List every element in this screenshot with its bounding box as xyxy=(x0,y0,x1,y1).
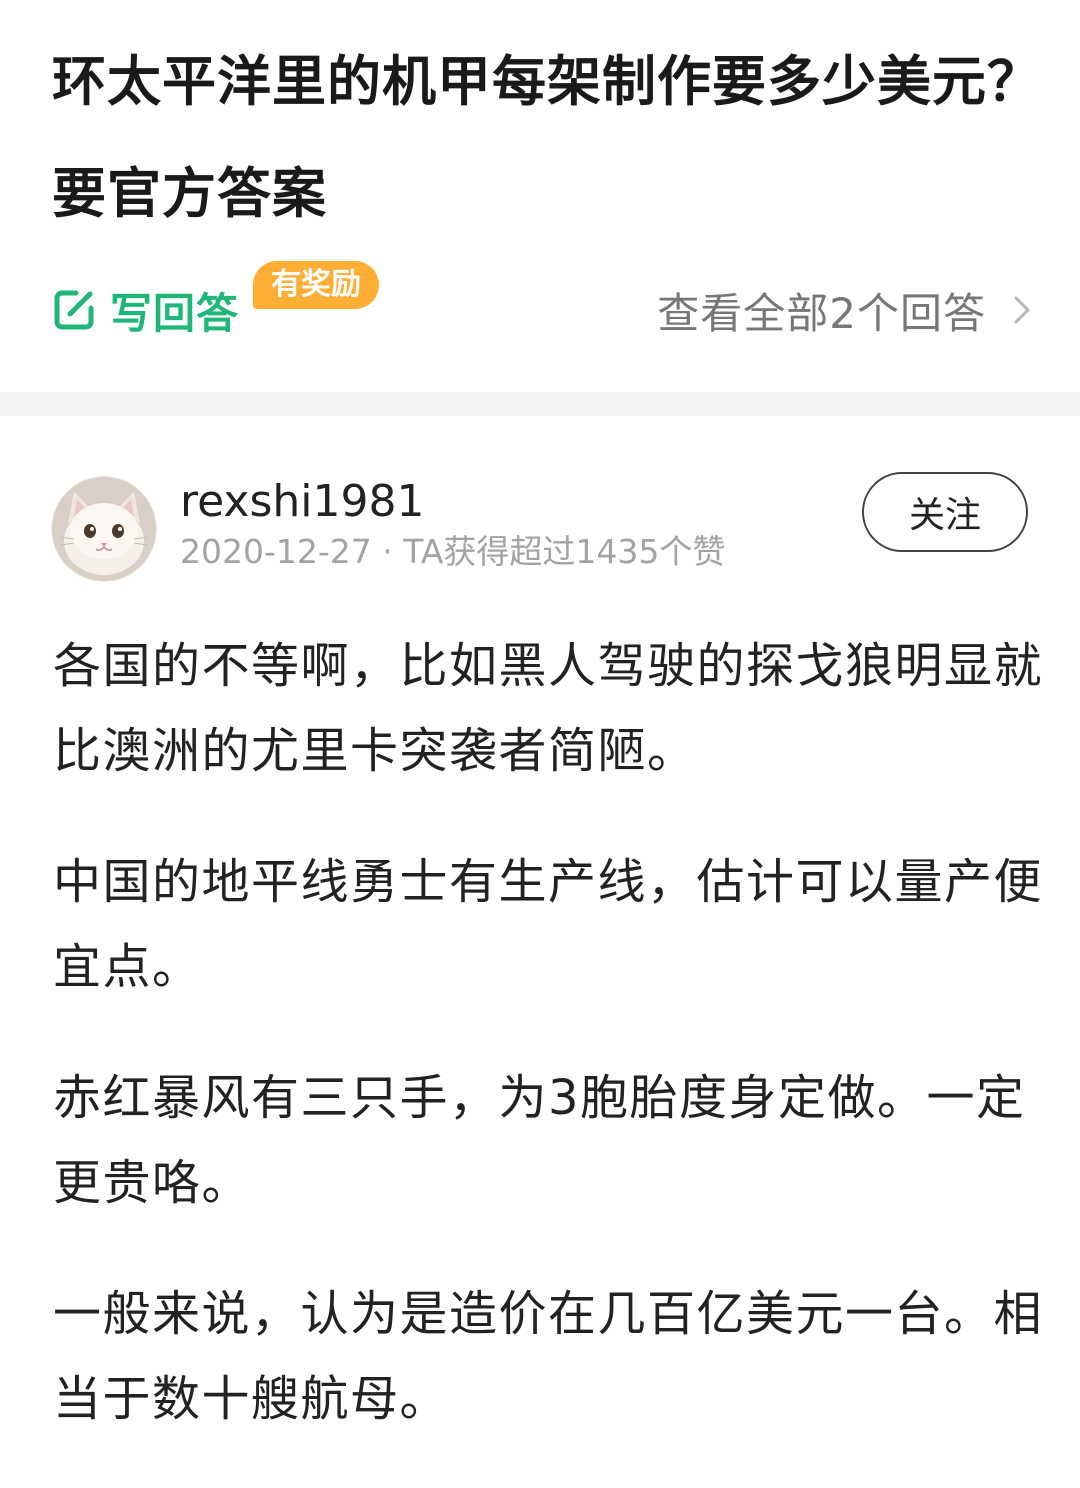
cat-avatar-image xyxy=(52,477,156,581)
answer-paragraph: 赤红暴风有三只手，为3胞胎度身定做。一定更贵咯。 xyxy=(53,1070,1026,1211)
answer-meta: 2020-12-27 · TA获得超过1435个赞 xyxy=(180,532,726,571)
write-answer-label: 写回答 xyxy=(110,288,240,338)
question-title[interactable]: 环太平洋里的机甲每架制作要多少美元？要官方答案 xyxy=(52,26,1042,250)
answer-paragraph: 中国的地平线勇士有生产线，估计可以量产便宜点。 xyxy=(53,854,1044,995)
author-name[interactable]: rexshi1981 xyxy=(180,474,424,530)
write-answer-button[interactable]: 写回答 xyxy=(52,282,239,338)
answer-body: 各国的不等啊，比如黑人驾驶的探戈狼明显就比澳洲的尤里卡突袭者简陋。 中国的地平线… xyxy=(53,624,1043,1488)
follow-button[interactable]: 关注 xyxy=(862,472,1028,552)
view-all-answers-label: 查看全部2个回答 xyxy=(657,288,986,338)
edit-pencil-icon xyxy=(52,288,96,332)
reward-badge: 有奖励 xyxy=(253,261,379,309)
view-all-answers-link[interactable]: 查看全部2个回答 xyxy=(657,282,1032,338)
chevron-right-icon xyxy=(1012,295,1032,325)
answer-card: rexshi1981 2020-12-27 · TA获得超过1435个赞 关注 … xyxy=(0,416,1080,1428)
question-header: 环太平洋里的机甲每架制作要多少美元？要官方答案 写回答 有奖励 查看全部2个回答 xyxy=(0,0,1080,392)
answer-paragraph: 各国的不等啊，比如黑人驾驶的探戈狼明显就比澳洲的尤里卡突袭者简陋。 xyxy=(53,638,1044,779)
answer-paragraph: 一般来说，认为是造价在几百亿美元一台。相当于数十艘航母。 xyxy=(53,1286,1044,1427)
section-divider xyxy=(0,392,1080,416)
author-avatar[interactable] xyxy=(51,476,157,582)
